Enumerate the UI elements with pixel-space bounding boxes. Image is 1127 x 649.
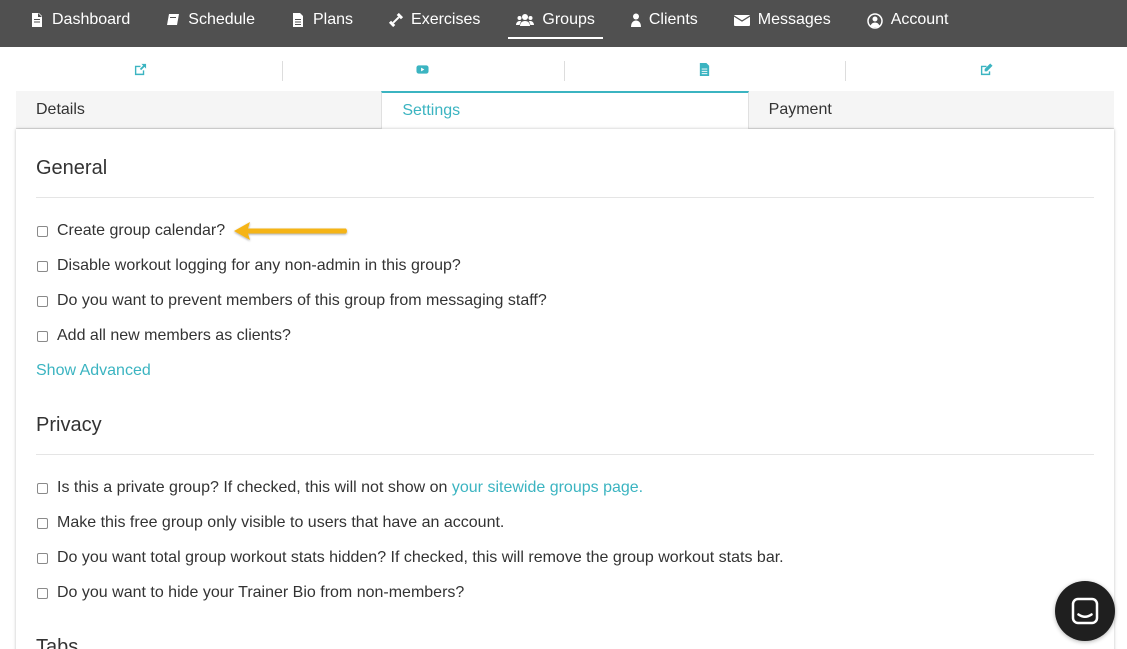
nav-schedule[interactable]: Schedule	[158, 0, 263, 39]
book-icon	[166, 13, 180, 27]
edit-tab[interactable]	[845, 47, 1127, 91]
group-calendar-checkbox[interactable]	[37, 225, 48, 237]
icon-tab-row	[0, 47, 1127, 91]
nav-plans[interactable]: Plans	[283, 0, 361, 39]
nav-exercises[interactable]: Exercises	[381, 0, 488, 39]
option-label: Do you want to prevent members of this g…	[57, 292, 547, 309]
option-label: Do you want to hide your Trainer Bio fro…	[57, 584, 465, 601]
sitewide-groups-link[interactable]: your sitewide groups page.	[452, 479, 643, 497]
top-nav: Dashboard Schedule Plans Exercises Group…	[0, 0, 1127, 47]
option-visible-account: Make this free group only visible to use…	[36, 513, 504, 533]
general-title: General	[36, 157, 108, 179]
nav-label: Groups	[542, 10, 595, 28]
document-icon	[699, 62, 710, 76]
option-label: Add all new members as clients?	[57, 327, 291, 344]
privacy-title: Privacy	[36, 414, 102, 436]
option-disable-logging: Disable workout logging for any non-admi…	[36, 256, 461, 276]
external-link-icon	[135, 63, 147, 75]
prevent-messaging-checkbox[interactable]	[37, 295, 48, 307]
option-label: Create group calendar?	[57, 222, 226, 239]
nav-label: Schedule	[188, 10, 255, 28]
external-link-tab[interactable]	[0, 47, 282, 91]
option-label: Disable workout logging for any non-admi…	[57, 257, 461, 274]
envelope-icon	[733, 13, 750, 27]
chat-icon	[1071, 597, 1099, 625]
option-prevent-messaging: Do you want to prevent members of this g…	[36, 291, 547, 311]
nav-dashboard[interactable]: Dashboard	[22, 0, 138, 39]
nav-messages[interactable]: Messages	[726, 0, 839, 39]
nav-label: Dashboard	[52, 10, 131, 28]
user-circle-icon	[866, 12, 883, 29]
nav-groups[interactable]: Groups	[508, 0, 604, 39]
dumbbell-icon	[389, 12, 404, 27]
add-clients-checkbox[interactable]	[37, 330, 48, 342]
option-label: Do you want total group workout stats hi…	[57, 549, 784, 566]
private-group-checkbox[interactable]	[37, 482, 48, 494]
youtube-play-icon	[416, 64, 429, 74]
stats-hidden-checkbox[interactable]	[37, 552, 48, 564]
nav-clients[interactable]: Clients	[623, 0, 706, 39]
file-icon	[30, 12, 44, 27]
option-hide-bio: Do you want to hide your Trainer Bio fro…	[36, 583, 464, 603]
settings-panel: General Create group calendar? Disable w…	[16, 129, 1114, 649]
nav-account[interactable]: Account	[859, 0, 957, 39]
tab-details[interactable]: Details	[16, 91, 382, 129]
option-group-calendar: Create group calendar?	[36, 221, 225, 241]
tab-settings[interactable]: Settings	[381, 91, 749, 129]
nav-label: Account	[890, 10, 949, 28]
nav-label: Clients	[648, 10, 698, 28]
user-icon	[630, 13, 641, 27]
nav-label: Messages	[757, 10, 831, 28]
chat-launcher-button[interactable]	[1055, 581, 1115, 641]
disable-logging-checkbox[interactable]	[37, 260, 48, 272]
option-label: Is this a private group? If checked, thi…	[57, 479, 452, 496]
youtube-tab[interactable]	[281, 47, 564, 91]
general-divider	[36, 197, 1094, 198]
file-text-icon	[291, 12, 305, 27]
yellow-arrow-annotation	[234, 222, 347, 240]
option-stats-hidden: Do you want total group workout stats hi…	[36, 548, 784, 568]
option-private-group: Is this a private group? If checked, thi…	[36, 478, 643, 498]
hide-bio-checkbox[interactable]	[37, 587, 48, 599]
option-add-clients: Add all new members as clients?	[36, 326, 291, 346]
nav-label: Exercises	[411, 10, 481, 28]
option-label: Make this free group only visible to use…	[57, 514, 505, 531]
tabs-title: Tabs	[36, 636, 79, 649]
privacy-divider	[36, 454, 1094, 455]
visible-account-checkbox[interactable]	[37, 517, 48, 529]
users-icon	[516, 13, 535, 27]
tab-payment[interactable]: Payment	[748, 91, 1114, 129]
edit-icon	[980, 62, 993, 75]
document-tab[interactable]	[563, 47, 846, 91]
settings-tabs: Details Settings Payment	[16, 91, 1114, 129]
nav-label: Plans	[313, 10, 354, 28]
show-advanced-link[interactable]: Show Advanced	[36, 362, 151, 380]
